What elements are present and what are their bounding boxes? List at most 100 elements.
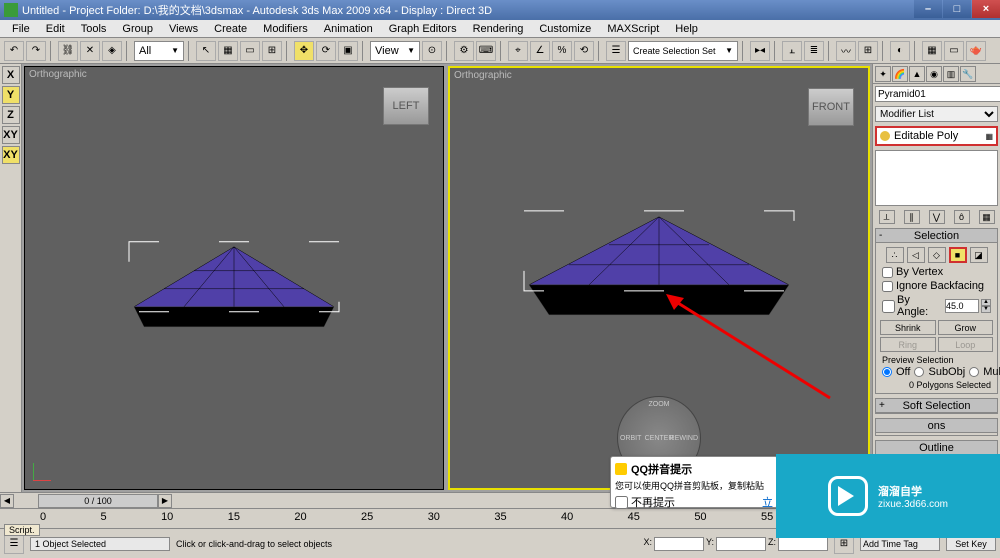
named-selection-sets[interactable]: Create Selection Set▼: [628, 41, 738, 61]
menu-rendering[interactable]: Rendering: [465, 23, 532, 35]
axis-z-button[interactable]: Z: [2, 106, 20, 124]
tab-utilities[interactable]: 🔧: [960, 66, 976, 82]
preview-off-radio[interactable]: [882, 367, 892, 377]
viewport-right[interactable]: Orthographic FRONT: [448, 66, 870, 490]
redo-button[interactable]: ↷: [26, 41, 46, 61]
ref-coord-dropdown[interactable]: View▼: [370, 41, 420, 61]
spinner-up[interactable]: ▲: [981, 299, 991, 306]
link-button[interactable]: ⛓: [58, 41, 78, 61]
menu-edit[interactable]: Edit: [38, 23, 73, 35]
set-key-button[interactable]: Set Key: [946, 537, 996, 551]
close-button[interactable]: ×: [972, 0, 1000, 18]
modifier-stack-area[interactable]: [875, 150, 998, 206]
pivot-button[interactable]: ⊙: [422, 41, 442, 61]
menu-modifiers[interactable]: Modifiers: [255, 23, 316, 35]
tab-display[interactable]: ▥: [943, 66, 959, 82]
wheel-zoom[interactable]: ZOOM: [649, 401, 670, 408]
stack-pin-icon[interactable]: ▦: [985, 132, 993, 141]
minimize-button[interactable]: –: [914, 0, 942, 18]
align-button[interactable]: ⫠: [782, 41, 802, 61]
selection-rollout-header[interactable]: -Selection: [876, 229, 997, 243]
show-end-button[interactable]: ∥: [904, 210, 920, 224]
border-level-button[interactable]: ◇: [928, 247, 946, 263]
axis-xy2-button[interactable]: XY: [2, 146, 20, 164]
coord-x-input[interactable]: [654, 537, 704, 551]
timeslider-prev[interactable]: ◀: [0, 494, 14, 508]
menu-tools[interactable]: Tools: [73, 23, 115, 35]
select-region-button[interactable]: ▭: [240, 41, 260, 61]
timeslider-handle[interactable]: 0 / 100: [38, 494, 158, 508]
tab-create[interactable]: ✦: [875, 66, 891, 82]
axis-y-button[interactable]: Y: [2, 86, 20, 104]
by-angle-checkbox[interactable]: [882, 300, 895, 313]
grow-button[interactable]: Grow: [938, 320, 994, 335]
render-setup-button[interactable]: ▦: [922, 41, 942, 61]
viewcube-left[interactable]: LEFT: [383, 87, 429, 125]
by-angle-spinner[interactable]: [945, 299, 979, 313]
element-level-button[interactable]: ◪: [970, 247, 988, 263]
undo-button[interactable]: ↶: [4, 41, 24, 61]
axis-x-button[interactable]: X: [2, 66, 20, 84]
wheel-orbit[interactable]: ORBIT: [620, 435, 641, 442]
tab-hierarchy[interactable]: ▲: [909, 66, 925, 82]
menu-group[interactable]: Group: [114, 23, 161, 35]
selection-filter[interactable]: All▼: [134, 41, 184, 61]
unique-button[interactable]: ⋁: [929, 210, 945, 224]
by-vertex-checkbox[interactable]: [882, 267, 893, 278]
viewcube-right[interactable]: FRONT: [808, 88, 854, 126]
timeslider-next[interactable]: ▶: [158, 494, 172, 508]
wheel-center[interactable]: CENTER: [645, 435, 674, 442]
bind-button[interactable]: ◈: [102, 41, 122, 61]
configure-button[interactable]: ▦: [979, 210, 995, 224]
keyboard-button[interactable]: ⌨: [476, 41, 496, 61]
axis-xy-button[interactable]: XY: [2, 126, 20, 144]
polygon-level-button[interactable]: ■: [949, 247, 967, 263]
wheel-rewind[interactable]: REWIND: [670, 435, 698, 442]
ring-button[interactable]: Ring: [880, 337, 936, 352]
edge-level-button[interactable]: ◁: [907, 247, 925, 263]
render-frame-button[interactable]: ▭: [944, 41, 964, 61]
coord-y-input[interactable]: [716, 537, 766, 551]
mirror-button[interactable]: ▸◂: [750, 41, 770, 61]
curve-editor-button[interactable]: 〰: [836, 41, 856, 61]
add-time-tag[interactable]: Add Time Tag: [860, 537, 940, 551]
menu-views[interactable]: Views: [161, 23, 206, 35]
unlink-button[interactable]: ✕: [80, 41, 100, 61]
viewport-left[interactable]: Orthographic LEFT: [24, 66, 444, 490]
angle-snap-toggle[interactable]: ∠: [530, 41, 550, 61]
menu-maxscript[interactable]: MAXScript: [599, 23, 667, 35]
vertex-level-button[interactable]: ∴: [886, 247, 904, 263]
named-sel-button[interactable]: ☰: [606, 41, 626, 61]
maxscript-mini-button[interactable]: ☰: [4, 534, 24, 554]
scale-button[interactable]: ▣: [338, 41, 358, 61]
remove-mod-button[interactable]: ô: [954, 210, 970, 224]
stack-editable-poly[interactable]: Editable Poly ▦: [878, 129, 995, 143]
select-button[interactable]: ↖: [196, 41, 216, 61]
schematic-button[interactable]: ⊞: [858, 41, 878, 61]
qq-go-link[interactable]: 立: [762, 494, 773, 510]
window-crossing-button[interactable]: ⊞: [262, 41, 282, 61]
spinner-down[interactable]: ▼: [981, 306, 991, 313]
menu-animation[interactable]: Animation: [316, 23, 381, 35]
shrink-button[interactable]: Shrink: [880, 320, 936, 335]
snap-toggle[interactable]: ⌖: [508, 41, 528, 61]
modifier-stack[interactable]: Editable Poly ▦: [875, 126, 998, 146]
preview-subobj-radio[interactable]: [914, 367, 924, 377]
menu-create[interactable]: Create: [206, 23, 255, 35]
modifier-list-dropdown[interactable]: Modifier List: [875, 106, 998, 122]
percent-snap-toggle[interactable]: %: [552, 41, 572, 61]
move-button[interactable]: ✥: [294, 41, 314, 61]
ignore-backfacing-checkbox[interactable]: [882, 281, 893, 292]
menu-help[interactable]: Help: [667, 23, 706, 35]
tab-motion[interactable]: ◉: [926, 66, 942, 82]
qq-dont-show-checkbox[interactable]: [615, 496, 628, 509]
preview-multi-radio[interactable]: [969, 367, 979, 377]
menu-customize[interactable]: Customize: [531, 23, 599, 35]
menu-file[interactable]: File: [4, 23, 38, 35]
pin-stack-button[interactable]: ⟂: [879, 210, 895, 224]
material-editor-button[interactable]: ◐: [890, 41, 910, 61]
loop-button[interactable]: Loop: [938, 337, 994, 352]
maximize-button[interactable]: □: [943, 0, 971, 18]
select-name-button[interactable]: ▦: [218, 41, 238, 61]
soft-selection-header[interactable]: +Soft Selection: [876, 399, 997, 413]
